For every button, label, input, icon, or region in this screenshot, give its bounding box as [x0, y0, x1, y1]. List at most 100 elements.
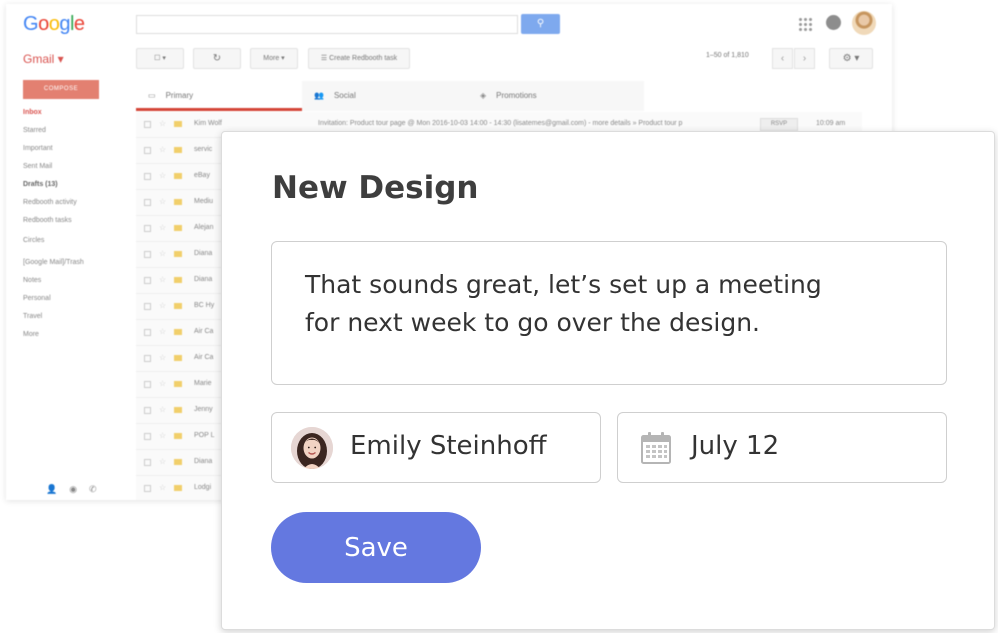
star-icon[interactable]: ☆ — [159, 145, 166, 154]
calendar-icon — [641, 432, 671, 468]
people-icon: 👥 — [314, 91, 324, 100]
row-checkbox[interactable] — [144, 433, 151, 440]
folder-item[interactable]: Inbox — [23, 109, 42, 116]
row-checkbox[interactable] — [144, 329, 151, 336]
inbox-icon: ▭ — [148, 91, 156, 100]
star-icon[interactable]: ☆ — [159, 275, 166, 284]
gmail-app-label[interactable]: Gmail ▾ — [23, 52, 64, 66]
importance-marker-icon — [174, 355, 182, 361]
gmail-search-button[interactable]: ⚲ — [521, 14, 560, 34]
folder-item[interactable]: Personal — [23, 295, 51, 302]
new-design-card: New Design That sounds great, let’s set … — [221, 131, 995, 630]
refresh-icon[interactable]: ↻ — [193, 48, 241, 69]
folder-item[interactable]: Circles — [23, 237, 44, 244]
email-sender: Air Ca — [194, 354, 214, 361]
star-icon[interactable]: ☆ — [159, 301, 166, 310]
row-checkbox[interactable] — [144, 173, 151, 180]
star-icon[interactable]: ☆ — [159, 119, 166, 128]
email-sender: POP L — [194, 432, 215, 439]
folder-item[interactable]: Sent Mail — [23, 163, 52, 170]
folder-item[interactable]: Redbooth tasks — [23, 217, 72, 224]
folder-item[interactable]: Drafts (13) — [23, 181, 58, 188]
row-checkbox[interactable] — [144, 225, 151, 232]
row-checkbox[interactable] — [144, 381, 151, 388]
row-checkbox[interactable] — [144, 355, 151, 362]
star-icon[interactable]: ☆ — [159, 197, 166, 206]
importance-marker-icon — [174, 459, 182, 465]
email-sender: BC Hy — [194, 302, 215, 309]
star-icon[interactable]: ☆ — [159, 353, 166, 362]
importance-marker-icon — [174, 303, 182, 309]
importance-marker-icon — [174, 251, 182, 257]
hangouts-icons[interactable]: 👤◉✆ — [46, 484, 109, 495]
apps-grid-icon[interactable] — [798, 17, 812, 31]
importance-marker-icon — [174, 121, 182, 127]
row-checkbox[interactable] — [144, 407, 151, 414]
email-time: 10:09 am — [816, 120, 846, 127]
star-icon[interactable]: ☆ — [159, 171, 166, 180]
email-sender: Jenny — [194, 406, 213, 413]
tab-social[interactable]: 👥 Social — [302, 81, 468, 111]
tab-promotions[interactable]: ◈ Promotions — [468, 81, 644, 111]
email-sender: Kim Wolf — [194, 120, 222, 127]
select-checkbox-button[interactable]: ☐ ▾ — [136, 48, 184, 69]
folder-item[interactable]: Important — [23, 145, 53, 152]
rsvp-button[interactable]: RSVP — [760, 118, 798, 131]
row-checkbox[interactable] — [144, 199, 151, 206]
notifications-icon[interactable] — [826, 15, 841, 30]
row-checkbox[interactable] — [144, 147, 151, 154]
folder-item[interactable]: Travel — [23, 313, 42, 320]
row-checkbox[interactable] — [144, 251, 151, 258]
importance-marker-icon — [174, 433, 182, 439]
assignee-field[interactable]: Emily Steinhoff — [271, 412, 601, 483]
email-sender: Marie — [194, 380, 212, 387]
due-date-value: July 12 — [691, 431, 780, 461]
user-avatar — [291, 427, 333, 469]
star-icon[interactable]: ☆ — [159, 327, 166, 336]
create-redbooth-task-button[interactable]: ☰ Create Redbooth task — [308, 48, 410, 69]
next-page-icon[interactable]: › — [794, 48, 815, 69]
tag-icon: ◈ — [480, 91, 487, 100]
email-sender: servic — [194, 146, 213, 153]
email-sender: Diana — [194, 250, 213, 257]
row-checkbox[interactable] — [144, 121, 151, 128]
star-icon[interactable]: ☆ — [159, 405, 166, 414]
importance-marker-icon — [174, 485, 182, 491]
folder-item[interactable]: More — [23, 331, 39, 338]
row-checkbox[interactable] — [144, 485, 151, 492]
email-sender: Mediu — [194, 198, 214, 205]
importance-marker-icon — [174, 407, 182, 413]
google-logo: Google — [23, 13, 85, 35]
due-date-field[interactable]: July 12 — [617, 412, 947, 483]
previous-page-icon[interactable]: ‹ — [772, 48, 793, 69]
star-icon[interactable]: ☆ — [159, 223, 166, 232]
folder-item[interactable]: [Google Mail]/Trash — [23, 259, 84, 266]
gmail-search-input[interactable] — [136, 15, 518, 34]
folder-item[interactable]: Starred — [23, 127, 46, 134]
star-icon[interactable]: ☆ — [159, 249, 166, 258]
folder-item[interactable]: Redbooth activity — [23, 199, 77, 206]
star-icon[interactable]: ☆ — [159, 457, 166, 466]
account-avatar[interactable] — [852, 11, 876, 35]
star-icon[interactable]: ☆ — [159, 483, 166, 492]
more-button[interactable]: More ▾ — [250, 48, 298, 69]
compose-button[interactable]: COMPOSE — [23, 80, 99, 99]
message-textarea[interactable]: That sounds great, let’s set up a meetin… — [271, 241, 947, 385]
card-title: New Design — [272, 170, 479, 206]
row-checkbox[interactable] — [144, 459, 151, 466]
row-checkbox[interactable] — [144, 303, 151, 310]
save-button[interactable]: Save — [271, 512, 481, 583]
importance-marker-icon — [174, 225, 182, 231]
tab-primary[interactable]: ▭ Primary — [136, 81, 302, 111]
importance-marker-icon — [174, 199, 182, 205]
folder-item[interactable]: Notes — [23, 277, 41, 284]
star-icon[interactable]: ☆ — [159, 379, 166, 388]
email-sender: Diana — [194, 276, 213, 283]
importance-marker-icon — [174, 329, 182, 335]
email-subject: Invitation: Product tour page @ Mon 2016… — [318, 120, 683, 127]
settings-gear-icon[interactable]: ⚙ ▾ — [829, 48, 873, 69]
email-sender: Alejan — [194, 224, 214, 231]
importance-marker-icon — [174, 173, 182, 179]
star-icon[interactable]: ☆ — [159, 431, 166, 440]
row-checkbox[interactable] — [144, 277, 151, 284]
